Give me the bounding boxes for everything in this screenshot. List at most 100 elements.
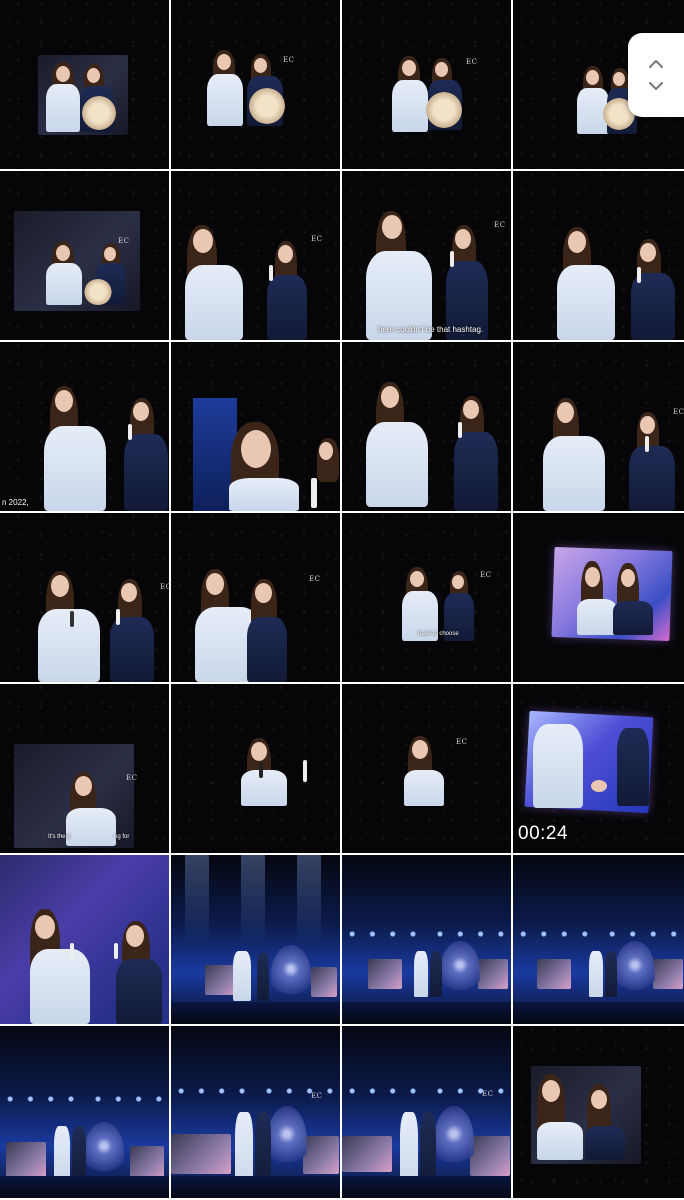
photo-thumbnail[interactable]: [513, 855, 684, 1024]
photo-thumbnail[interactable]: EC: [0, 513, 169, 682]
microphone: [458, 422, 462, 438]
brand-logo: EC: [283, 56, 295, 64]
photo-thumbnail[interactable]: EC here couldn't be that hashtag.: [342, 171, 511, 340]
microphone: [645, 436, 649, 452]
photo-thumbnail[interactable]: [513, 171, 684, 340]
figure-face: [75, 776, 92, 796]
subtitle-caption: ng for: [114, 834, 130, 840]
microphone: [269, 265, 273, 281]
figure-face: [104, 247, 116, 261]
figure-face: [542, 1080, 560, 1102]
photo-thumbnail[interactable]: EC: [171, 513, 340, 682]
chevron-up-icon[interactable]: [645, 53, 667, 75]
stage-decoration: [434, 1106, 474, 1176]
figure-face: [435, 62, 448, 77]
photo-thumbnail[interactable]: EC: [171, 1026, 340, 1198]
photo-thumbnail[interactable]: EC have to choose: [342, 513, 511, 682]
figure-body: [46, 263, 82, 305]
photo-thumbnail[interactable]: [513, 1026, 684, 1198]
microphone: [311, 478, 317, 508]
figure-body: [38, 609, 100, 682]
scroll-control[interactable]: [628, 33, 684, 117]
photo-thumbnail[interactable]: EC: [171, 0, 340, 169]
figure-body: [241, 770, 287, 806]
brand-logo: EC: [466, 58, 478, 66]
figure-face: [319, 442, 333, 460]
figure-face: [254, 58, 267, 73]
side-screen: [537, 959, 571, 989]
side-screen: [6, 1142, 46, 1178]
stage-floor: [0, 1176, 169, 1198]
stage-lights: [342, 925, 511, 955]
figure-face: [585, 567, 600, 587]
figure-body: [116, 959, 162, 1024]
figure-body: [557, 265, 615, 340]
figure-body: [414, 951, 428, 997]
figure-face: [640, 243, 656, 262]
microphone: [303, 760, 307, 782]
figure-face: [410, 571, 424, 587]
figure-face: [557, 402, 574, 423]
photo-thumbnail[interactable]: [171, 684, 340, 853]
figure-body: [267, 275, 307, 340]
stage-decoration: [271, 945, 311, 1005]
bouquet: [84, 279, 112, 305]
side-screen: [653, 959, 683, 989]
photo-thumbnail[interactable]: [0, 1026, 169, 1198]
photo-thumbnail[interactable]: EC: [171, 171, 340, 340]
photo-thumbnail[interactable]: [0, 855, 169, 1024]
photo-thumbnail[interactable]: [171, 342, 340, 511]
microphone: [114, 943, 118, 959]
photo-thumbnail[interactable]: [342, 342, 511, 511]
side-screen: [470, 1136, 510, 1176]
photo-grid: EC EC EC EC EC here couldn't be that has…: [0, 0, 684, 1200]
side-screen: [303, 1136, 339, 1174]
side-screen: [171, 1134, 231, 1174]
figure-face: [217, 54, 231, 70]
figure-face: [640, 416, 655, 434]
video-thumbnail[interactable]: 00:24: [513, 684, 684, 853]
subtitle-caption: It's the p: [48, 834, 71, 840]
photo-thumbnail[interactable]: [171, 855, 340, 1024]
figure-body: [257, 953, 269, 1001]
figure-body: [392, 80, 428, 132]
figure-body: [585, 1126, 625, 1160]
photo-thumbnail[interactable]: EC: [342, 0, 511, 169]
photo-thumbnail[interactable]: EC: [0, 171, 169, 340]
video-duration: 00:24: [518, 823, 569, 844]
photo-thumbnail[interactable]: [342, 855, 511, 1024]
photo-thumbnail[interactable]: [0, 0, 169, 169]
brand-logo: EC: [673, 408, 684, 416]
stage-floor: [513, 1002, 684, 1024]
photo-thumbnail[interactable]: EC It's the p ng for: [0, 684, 169, 853]
microphone: [128, 424, 132, 440]
figure-face: [121, 583, 137, 602]
photo-thumbnail[interactable]: n 2022,: [0, 342, 169, 511]
figure-body: [533, 724, 583, 808]
figure-body: [577, 599, 617, 635]
brand-logo: EC: [160, 583, 169, 591]
photo-thumbnail[interactable]: [513, 513, 684, 682]
stage-decoration: [267, 1106, 307, 1176]
figure-face: [412, 740, 428, 759]
figure-body: [110, 617, 154, 682]
figure-body: [454, 432, 498, 511]
stage-light: [241, 855, 265, 945]
photo-thumbnail[interactable]: EC: [342, 1026, 511, 1198]
chevron-down-icon[interactable]: [645, 75, 667, 97]
figure-face: [251, 742, 267, 761]
brand-logo: EC: [311, 1092, 323, 1100]
figure-body: [229, 478, 299, 511]
figure-body: [631, 273, 675, 340]
photo-thumbnail[interactable]: EC: [342, 684, 511, 853]
microphone: [70, 611, 74, 627]
side-screen: [342, 1136, 392, 1172]
stage-floor: [342, 1176, 511, 1198]
figure-face: [193, 229, 213, 253]
side-screen: [130, 1146, 164, 1180]
figure-body: [537, 1122, 583, 1160]
brand-logo: EC: [494, 221, 506, 229]
stage-decoration: [84, 1122, 124, 1182]
photo-thumbnail[interactable]: EC: [513, 342, 684, 511]
brand-logo: EC: [311, 235, 323, 243]
